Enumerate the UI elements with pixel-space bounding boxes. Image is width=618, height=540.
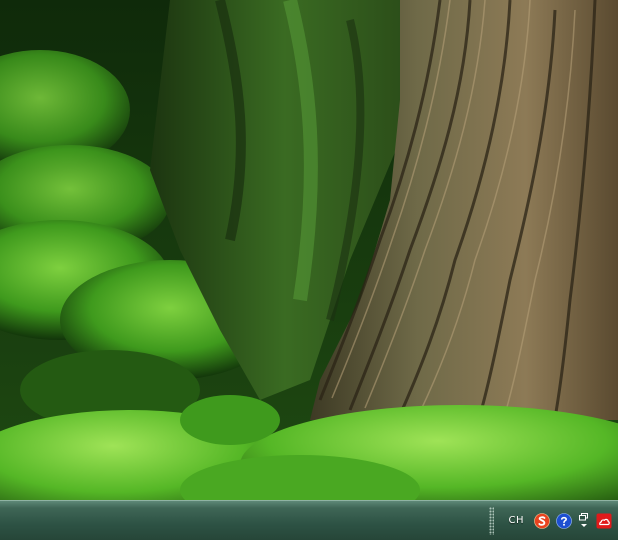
restore-down-icon[interactable] <box>578 512 590 530</box>
desktop-wallpaper <box>0 0 618 500</box>
tray-grip-handle[interactable] <box>489 506 495 535</box>
system-tray: CH <box>486 501 618 540</box>
moss-tree-wallpaper-image <box>0 0 618 500</box>
language-indicator[interactable]: CH <box>508 515 524 526</box>
taskbar: CH <box>0 500 618 540</box>
help-icon[interactable] <box>556 512 572 529</box>
cloud-icon[interactable] <box>596 513 612 529</box>
sogou-input-icon[interactable] <box>534 512 550 529</box>
